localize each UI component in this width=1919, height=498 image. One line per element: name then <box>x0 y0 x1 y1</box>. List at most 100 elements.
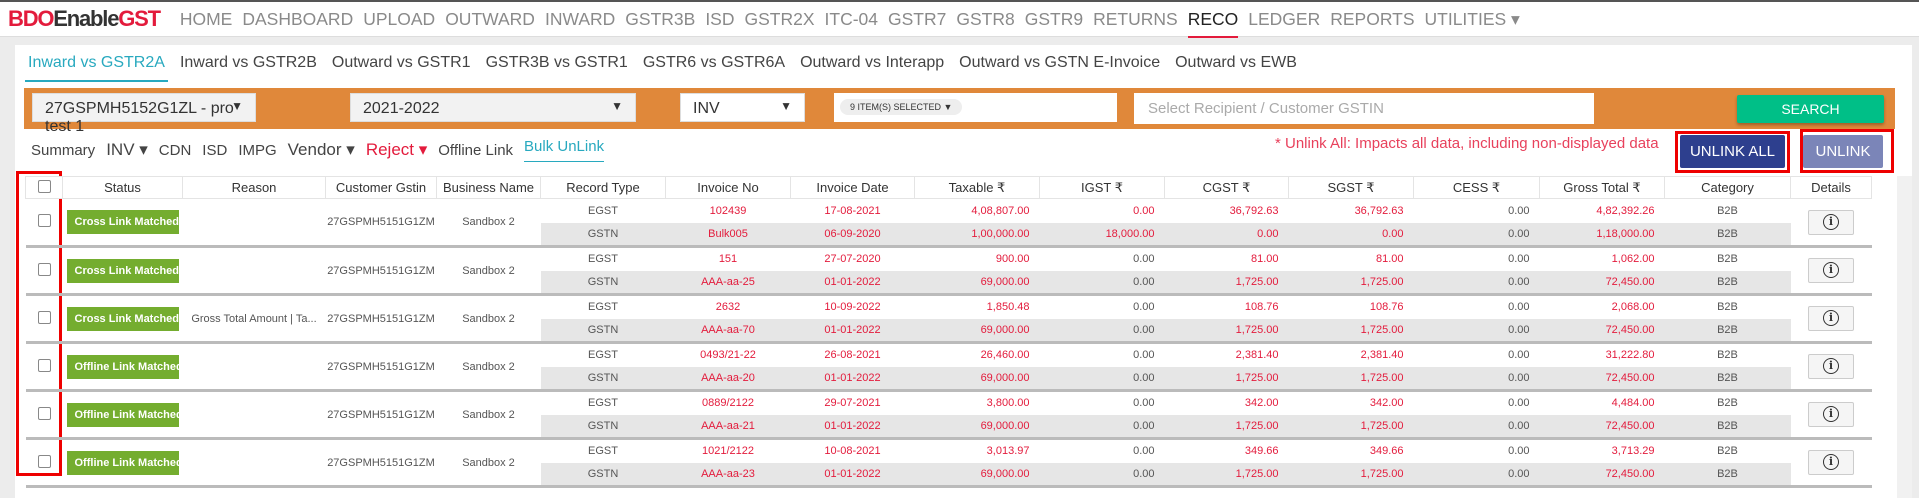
row-checkbox[interactable] <box>37 214 51 227</box>
unlink-button[interactable]: UNLINK <box>1803 135 1883 168</box>
tab-outward-vs-gstr1[interactable]: Outward vs GSTR1 <box>329 52 474 82</box>
column-header-status: Status <box>62 176 183 199</box>
nav-item-ledger[interactable]: LEDGER <box>1248 1 1320 38</box>
details-button[interactable]: i <box>1808 306 1854 331</box>
record-type-cell: GSTN <box>540 222 666 248</box>
details-button[interactable]: i <box>1808 209 1854 235</box>
cgst-cell: 1,725.00 <box>1164 366 1289 392</box>
record-type-cell: GSTN <box>540 462 666 488</box>
category-cell: B2B <box>1664 318 1791 344</box>
row-select-cell <box>25 198 63 248</box>
details-button[interactable]: i <box>1808 402 1854 427</box>
invoice-date-cell: 06-09-2020 <box>790 222 915 248</box>
row-checkbox[interactable] <box>37 358 51 372</box>
select-all-checkbox[interactable] <box>37 179 51 193</box>
cgst-cell: 108.76 <box>1244 301 1279 314</box>
nav-item-gstr7[interactable]: GSTR7 <box>888 1 946 38</box>
filter-impg[interactable]: IMPG <box>238 142 276 159</box>
search-button[interactable]: SEARCH <box>1737 95 1884 123</box>
reason-cell <box>182 438 326 488</box>
brand-logo[interactable]: BDOEnableGST <box>8 6 161 32</box>
column-header-taxable: Taxable ₹ <box>914 176 1040 199</box>
tab-inward-vs-gstr2b[interactable]: Inward vs GSTR2B <box>177 52 320 82</box>
details-cell: i <box>1790 438 1872 488</box>
unlink-all-button[interactable]: UNLINK ALL <box>1680 135 1785 168</box>
nav-item-inward[interactable]: INWARD <box>545 1 615 38</box>
details-button[interactable]: i <box>1808 450 1854 475</box>
row-checkbox[interactable] <box>37 310 51 324</box>
nav-item-isd[interactable]: ISD <box>705 1 734 38</box>
invoice-no-cell: AAA-aa-23 <box>665 462 791 488</box>
tab-gstr6-vs-gstr6a[interactable]: GSTR6 vs GSTR6A <box>640 52 788 82</box>
filter-cdn[interactable]: CDN <box>159 142 192 159</box>
gstin-select[interactable]: 27GSPMH5152G1ZL - pro test 1 ▼ <box>32 93 256 135</box>
customer-gstin-cell: 27GSPMH5151G1ZM <box>325 390 437 440</box>
igst-cell: 18,000.00 <box>1039 222 1165 248</box>
invoice-no-cell: AAA-aa-70 <box>665 318 791 344</box>
column-header-customer-gstin: Customer Gstin <box>325 176 437 199</box>
status-badge: Cross Link Matched <box>66 210 179 234</box>
cess-cell: 0.00 <box>1413 318 1540 344</box>
year-value: 2021-2022 <box>363 100 440 117</box>
column-header-reason: Reason <box>182 176 326 199</box>
nav-item-returns[interactable]: RETURNS <box>1093 1 1178 38</box>
tab-outward-vs-gstn-e-invoice[interactable]: Outward vs GSTN E-Invoice <box>956 52 1163 82</box>
sgst-cell: 1,725.00 <box>1288 414 1414 440</box>
tab-gstr3b-vs-gstr1[interactable]: GSTR3B vs GSTR1 <box>483 52 631 82</box>
nav-item-upload[interactable]: UPLOAD <box>363 1 435 38</box>
filter-bulk-unlink[interactable]: Bulk UnLink <box>524 138 605 162</box>
column-header-invoice-date: Invoice Date <box>790 176 915 199</box>
status-cell: Offline Link Matched <box>62 438 183 488</box>
nav-item-home[interactable]: HOME <box>180 1 233 38</box>
nav-item-reco[interactable]: RECO <box>1187 1 1239 38</box>
filter-isd[interactable]: ISD <box>202 142 227 159</box>
category-cell: B2B <box>1717 301 1738 314</box>
row-checkbox[interactable] <box>37 406 51 420</box>
filter-summary[interactable]: Summary <box>31 142 95 159</box>
invoice-date-cell: 01-01-2022 <box>790 366 915 392</box>
nav-item-reports[interactable]: REPORTS <box>1330 1 1414 38</box>
record-type-cell: GSTN <box>540 318 666 344</box>
items-multiselect[interactable]: 9 ITEM(S) SELECTED ▼ <box>834 93 1117 122</box>
igst-cell: 0.00 <box>1039 270 1165 296</box>
tab-inward-vs-gstr2a[interactable]: Inward vs GSTR2A <box>25 52 168 82</box>
cgst-cell: 349.66 <box>1244 445 1279 458</box>
cess-cell: 0.00 <box>1413 222 1540 248</box>
invoice-no-cell: AAA-aa-21 <box>665 414 791 440</box>
tab-outward-vs-interapp[interactable]: Outward vs Interapp <box>797 52 947 82</box>
nav-item-dashboard[interactable]: DASHBOARD <box>242 1 353 38</box>
nav-item-gstr2x[interactable]: GSTR2X <box>745 1 815 38</box>
nav-item-gstr8[interactable]: GSTR8 <box>956 1 1014 38</box>
recipient-gstin-input[interactable]: Select Recipient / Customer GSTIN <box>1134 93 1594 124</box>
tab-outward-vs-ewb[interactable]: Outward vs EWB <box>1172 52 1300 82</box>
sgst-cell: 1,725.00 <box>1288 366 1414 392</box>
nav-item-gstr3b[interactable]: GSTR3B <box>625 1 695 38</box>
business-name-cell: Sandbox 2 <box>436 438 541 488</box>
invoice-no-cell: 151 <box>718 253 738 266</box>
filter-inv[interactable]: INV ▾ <box>106 140 148 160</box>
gross-total-cell: 3,713.29 <box>1611 445 1655 458</box>
doc-type-select[interactable]: INV ▼ <box>680 93 805 122</box>
nav-item-utilities[interactable]: UTILITIES ▾ <box>1425 1 1520 38</box>
column-header-category: Category <box>1664 176 1791 199</box>
invoice-date-cell: 10-09-2022 <box>824 301 881 314</box>
nav-item-itc-04[interactable]: ITC-04 <box>825 1 878 38</box>
table-scrollbar[interactable] <box>1897 176 1912 498</box>
status-badge: Offline Link Matched <box>66 354 183 379</box>
details-button[interactable]: i <box>1808 258 1854 283</box>
nav-item-outward[interactable]: OUTWARD <box>445 1 535 38</box>
year-select[interactable]: 2021-2022 ▼ <box>350 93 636 122</box>
reco-tabs: Inward vs GSTR2A Inward vs GSTR2B Outward … <box>25 52 1309 82</box>
row-checkbox[interactable] <box>37 454 51 468</box>
nav-item-gstr9[interactable]: GSTR9 <box>1025 1 1083 38</box>
unlink-all-note: * Unlink All: Impacts all data, includin… <box>1275 135 1659 152</box>
filter-offline-link[interactable]: Offline Link <box>438 142 513 159</box>
igst-cell: 0.00 <box>1133 397 1155 410</box>
business-name-cell: Sandbox 2 <box>436 198 541 248</box>
reason-cell: Gross Total Amount | Ta... <box>182 294 326 344</box>
row-checkbox[interactable] <box>37 262 51 276</box>
details-button[interactable]: i <box>1808 354 1854 379</box>
cgst-cell: 342.00 <box>1244 397 1279 410</box>
filter-reject[interactable]: Reject ▾ <box>366 140 427 160</box>
filter-vendor[interactable]: Vendor ▾ <box>288 140 355 160</box>
